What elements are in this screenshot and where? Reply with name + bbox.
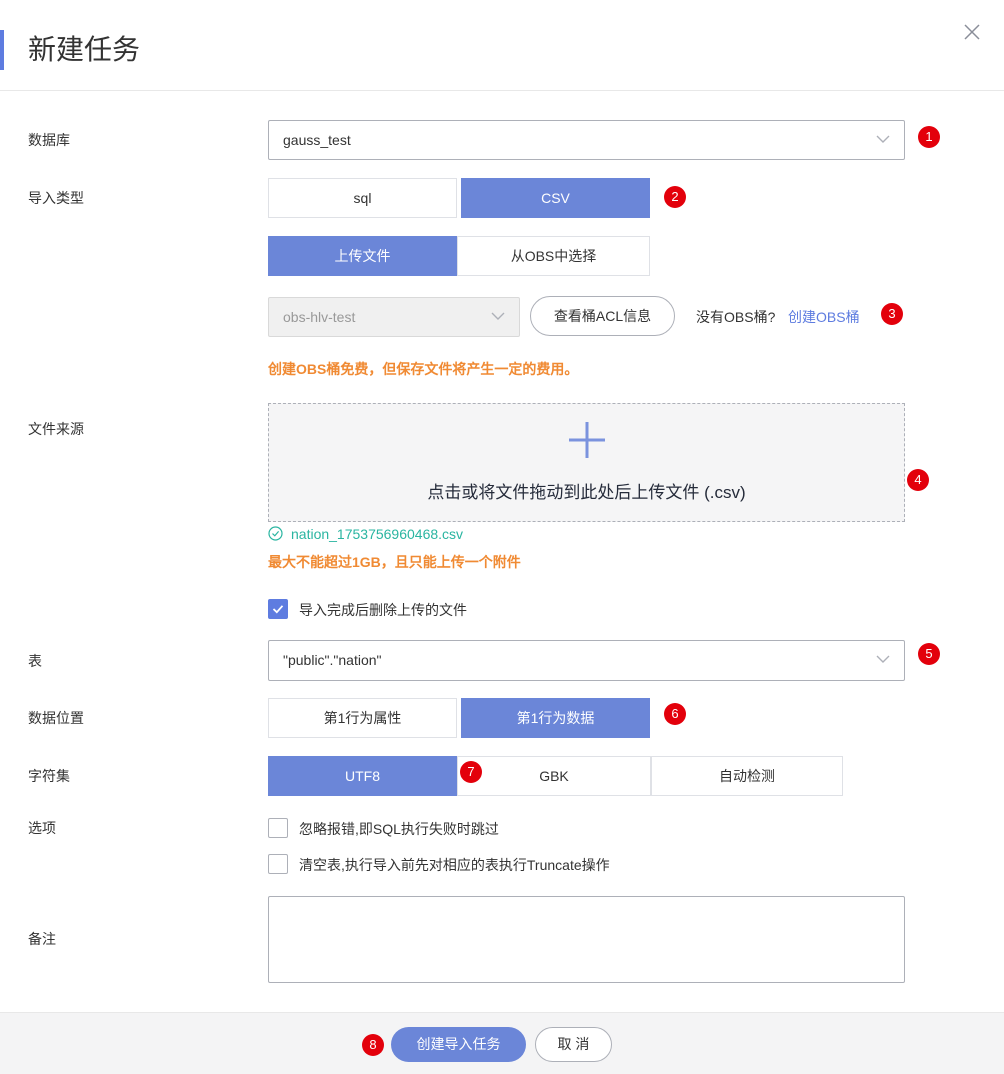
remark-textarea[interactable]	[268, 896, 905, 983]
charset-label: 字符集	[28, 768, 70, 784]
bucket-cost-warning: 创建OBS桶免费，但保存文件将产生一定的费用。	[268, 361, 579, 377]
file-size-warning: 最大不能超过1GB，且只能上传一个附件	[268, 554, 521, 570]
title-accent-bar	[0, 30, 4, 70]
annotation-marker-5: 5	[918, 643, 940, 665]
chevron-down-icon	[876, 655, 890, 663]
no-bucket-text: 没有OBS桶?	[696, 309, 776, 325]
database-label: 数据库	[28, 132, 70, 148]
truncate-table-checkbox[interactable]	[268, 854, 288, 874]
options-label: 选项	[28, 820, 56, 836]
delete-after-import-label: 导入完成后删除上传的文件	[299, 602, 467, 618]
charset-gbk-option[interactable]: GBK	[457, 756, 651, 796]
data-position-label: 数据位置	[28, 710, 84, 726]
import-type-sql[interactable]: sql	[268, 178, 457, 218]
charset-utf8-option[interactable]: UTF8	[268, 756, 457, 796]
import-type-csv[interactable]: CSV	[461, 178, 650, 218]
ignore-errors-label: 忽略报错,即SQL执行失败时跳过	[299, 821, 499, 837]
header-divider	[0, 90, 1004, 91]
chevron-down-icon	[491, 312, 505, 320]
obs-bucket-value: obs-hlv-test	[283, 309, 356, 325]
first-row-data-option[interactable]: 第1行为数据	[461, 698, 650, 738]
database-select[interactable]: gauss_test	[268, 120, 905, 160]
table-select[interactable]: "public"."nation"	[268, 640, 905, 681]
cancel-button[interactable]: 取 消	[535, 1027, 612, 1062]
remark-label: 备注	[28, 931, 56, 947]
import-type-label: 导入类型	[28, 190, 84, 206]
file-source-label: 文件来源	[28, 421, 84, 437]
charset-auto-detect-option[interactable]: 自动检测	[651, 756, 843, 796]
close-icon[interactable]	[962, 22, 982, 42]
annotation-marker-4: 4	[907, 469, 929, 491]
first-row-header-option[interactable]: 第1行为属性	[268, 698, 457, 738]
create-obs-bucket-link[interactable]: 创建OBS桶	[788, 307, 860, 327]
upload-dropzone[interactable]: 点击或将文件拖动到此处后上传文件 (.csv)	[268, 403, 905, 522]
chevron-down-icon	[876, 135, 890, 143]
delete-after-import-checkbox[interactable]	[268, 599, 288, 619]
tab-upload-file[interactable]: 上传文件	[268, 236, 457, 276]
checkmark-icon	[272, 605, 284, 614]
dialog-title: 新建任务	[28, 34, 141, 65]
table-select-value: "public"."nation"	[283, 652, 382, 668]
annotation-marker-8: 8	[362, 1034, 384, 1056]
truncate-table-label: 清空表,执行导入前先对相应的表执行Truncate操作	[299, 857, 610, 873]
uploaded-file-name[interactable]: nation_1753756960468.csv	[291, 524, 463, 544]
upload-hint-text: 点击或将文件拖动到此处后上传文件 (.csv)	[427, 483, 746, 502]
create-import-task-button[interactable]: 创建导入任务	[391, 1027, 526, 1062]
annotation-marker-3: 3	[881, 303, 903, 325]
annotation-marker-2: 2	[664, 186, 686, 208]
table-label: 表	[28, 653, 42, 669]
view-bucket-acl-button[interactable]: 查看桶ACL信息	[530, 296, 675, 336]
tab-select-from-obs[interactable]: 从OBS中选择	[457, 236, 650, 276]
ignore-errors-checkbox[interactable]	[268, 818, 288, 838]
obs-bucket-select: obs-hlv-test	[268, 297, 520, 337]
plus-icon	[569, 422, 605, 458]
database-select-value: gauss_test	[283, 132, 351, 148]
annotation-marker-7: 7	[460, 761, 482, 783]
annotation-marker-6: 6	[664, 703, 686, 725]
check-circle-icon	[268, 526, 283, 541]
annotation-marker-1: 1	[918, 126, 940, 148]
